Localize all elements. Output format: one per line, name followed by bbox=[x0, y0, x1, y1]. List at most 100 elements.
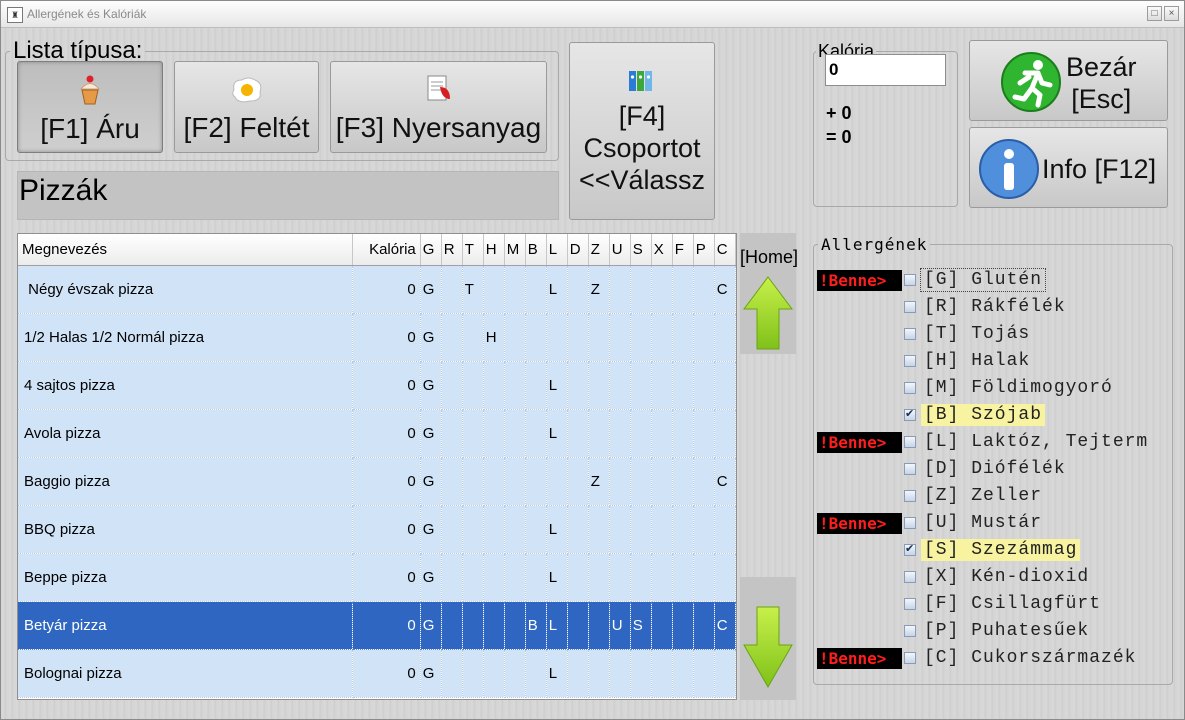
allergen-flag-cell: L bbox=[546, 265, 568, 314]
allergen-flag-cell bbox=[525, 361, 547, 410]
allergen-label[interactable]: [P] Puhatesűek bbox=[921, 620, 1092, 642]
allergen-flag-cell bbox=[567, 553, 589, 602]
column-header[interactable]: X bbox=[651, 234, 673, 266]
calorie-input[interactable] bbox=[825, 54, 946, 86]
allergen-flag-cell bbox=[609, 553, 631, 602]
allergen-flag-cell bbox=[588, 505, 610, 554]
allergen-flag-cell: G bbox=[420, 457, 442, 506]
list-type-aru-button[interactable]: [F1] Áru bbox=[17, 61, 163, 153]
allergen-label[interactable]: [F] Csillagfürt bbox=[921, 593, 1104, 615]
allergen-checkbox[interactable] bbox=[904, 407, 916, 421]
allergen-flag-cell bbox=[693, 457, 715, 506]
allergen-checkbox[interactable] bbox=[904, 652, 916, 664]
allergen-label[interactable]: [B] Szójab bbox=[921, 404, 1046, 426]
allergen-label[interactable]: [C] Cukorszármazék bbox=[921, 647, 1139, 669]
allergen-label[interactable]: [U] Mustár bbox=[921, 512, 1045, 534]
close-button[interactable]: Bezár [Esc] bbox=[969, 40, 1168, 121]
column-header[interactable]: F bbox=[672, 234, 694, 266]
allergen-label[interactable]: [G] Glutén bbox=[919, 268, 1047, 292]
column-header[interactable]: Kalória bbox=[352, 234, 421, 266]
list-type-feltet-button[interactable]: [F2] Feltét bbox=[174, 61, 319, 153]
column-header[interactable]: B bbox=[525, 234, 547, 266]
allergen-flag-cell bbox=[567, 601, 589, 650]
close-window-icon[interactable]: × bbox=[1164, 6, 1179, 21]
table-row[interactable]: Baggio pizza 0 G Z C bbox=[18, 457, 736, 506]
home-label: [Home] bbox=[740, 247, 799, 267]
allergen-flag-cell bbox=[651, 265, 673, 314]
select-group-button[interactable]: [F4] Csoportot <<Válassz bbox=[569, 42, 715, 220]
column-header[interactable]: Z bbox=[588, 234, 610, 266]
allergen-flag-cell bbox=[525, 553, 547, 602]
allergen-flag-cell bbox=[525, 505, 547, 554]
allergen-label[interactable]: [S] Szezámmag bbox=[921, 539, 1081, 561]
table-row[interactable]: 4 sajtos pizza 0 G L bbox=[18, 361, 736, 410]
table-row[interactable]: Beppe pizza 0 G L bbox=[18, 553, 736, 602]
allergen-flag-cell bbox=[483, 505, 505, 554]
table-row[interactable]: BBQ pizza 0 G L bbox=[18, 505, 736, 554]
allergen-flag-cell bbox=[672, 505, 694, 554]
info-button[interactable]: Info [F12] bbox=[969, 127, 1168, 208]
column-header[interactable]: M bbox=[504, 234, 526, 266]
table-row[interactable]: Négy évszak pizza 0 G T L Z C bbox=[18, 265, 736, 314]
list-type-nyersanyag-button[interactable]: [F3] Nyersanyag bbox=[330, 61, 547, 153]
allergen-checkbox[interactable] bbox=[904, 598, 916, 610]
allergen-checkbox[interactable] bbox=[904, 274, 916, 286]
column-header[interactable]: H bbox=[483, 234, 505, 266]
allergen-flag-cell bbox=[672, 265, 694, 314]
column-header[interactable]: U bbox=[609, 234, 631, 266]
allergen-label[interactable]: [D] Diófélék bbox=[921, 458, 1069, 480]
allergen-flag-cell bbox=[672, 601, 694, 650]
table-row[interactable]: Avola pizza 0 G L bbox=[18, 409, 736, 458]
arrow-down-icon[interactable] bbox=[742, 605, 794, 691]
allergen-flag-cell bbox=[525, 265, 547, 314]
product-grid[interactable]: Megnevezés Kalória G R T H M B L D Z U S X F P C Négy év… bbox=[17, 233, 737, 700]
column-header[interactable]: T bbox=[462, 234, 484, 266]
allergen-label[interactable]: [T] Tojás bbox=[921, 323, 1033, 345]
allergen-checkbox[interactable] bbox=[904, 463, 916, 475]
calorie-plus: + 0 bbox=[826, 103, 852, 123]
allergen-checkbox[interactable] bbox=[904, 517, 916, 529]
allergen-label[interactable]: [R] Rákfélék bbox=[921, 296, 1069, 318]
list-type-nyersanyag-label: [F3] Nyersanyag bbox=[335, 112, 542, 143]
column-header[interactable]: R bbox=[441, 234, 463, 266]
allergen-label[interactable]: [M] Földimogyoró bbox=[921, 377, 1116, 399]
allergen-checkbox[interactable] bbox=[904, 625, 916, 637]
allergen-label[interactable]: [H] Halak bbox=[921, 350, 1033, 372]
table-row[interactable]: Betyár pizza 0 G B L U S C bbox=[18, 601, 736, 650]
allergen-label[interactable]: [X] Kén-dioxid bbox=[921, 566, 1092, 588]
allergen-checkbox[interactable] bbox=[904, 571, 916, 583]
column-header[interactable]: D bbox=[567, 234, 589, 266]
column-header[interactable]: G bbox=[420, 234, 442, 266]
allergen-flag-cell bbox=[441, 313, 463, 362]
allergen-checkbox[interactable] bbox=[904, 328, 916, 340]
allergen-flag-cell bbox=[483, 409, 505, 458]
allergen-label[interactable]: [Z] Zeller bbox=[921, 485, 1045, 507]
column-header[interactable]: L bbox=[546, 234, 568, 266]
product-name-cell: Négy évszak pizza bbox=[18, 265, 353, 314]
maximize-icon[interactable]: □ bbox=[1147, 6, 1162, 21]
benne-indicator: !Benne> bbox=[817, 513, 902, 534]
allergen-checkbox[interactable] bbox=[904, 542, 916, 556]
allergen-flag-cell bbox=[693, 553, 715, 602]
allergen-flag-cell bbox=[504, 649, 526, 698]
allergen-checkbox[interactable] bbox=[904, 355, 916, 367]
allergen-checkbox[interactable] bbox=[904, 436, 916, 448]
arrow-up-icon[interactable] bbox=[742, 275, 794, 351]
allergen-checkbox[interactable] bbox=[904, 382, 916, 394]
allergen-flag-cell bbox=[462, 409, 484, 458]
column-header[interactable]: P bbox=[693, 234, 715, 266]
allergen-label[interactable]: [L] Laktóz, Tejterm bbox=[921, 431, 1151, 453]
select-group-line1: [F4] bbox=[618, 101, 666, 131]
allergen-flag-cell bbox=[672, 313, 694, 362]
allergen-flag-cell bbox=[714, 553, 736, 602]
allergen-flag-cell bbox=[693, 409, 715, 458]
column-header[interactable]: S bbox=[630, 234, 652, 266]
calorie-cell: 0 bbox=[352, 457, 421, 506]
column-header[interactable]: Megnevezés bbox=[18, 234, 353, 266]
allergen-checkbox[interactable] bbox=[904, 490, 916, 502]
column-header[interactable]: C bbox=[714, 234, 736, 266]
table-row[interactable]: Bolognai pizza 0 G L bbox=[18, 649, 736, 698]
allergen-checkbox[interactable] bbox=[904, 301, 916, 313]
table-row[interactable]: 1/2 Halas 1/2 Normál pizza 0 G H bbox=[18, 313, 736, 362]
allergen-flag-cell: C bbox=[714, 265, 736, 314]
